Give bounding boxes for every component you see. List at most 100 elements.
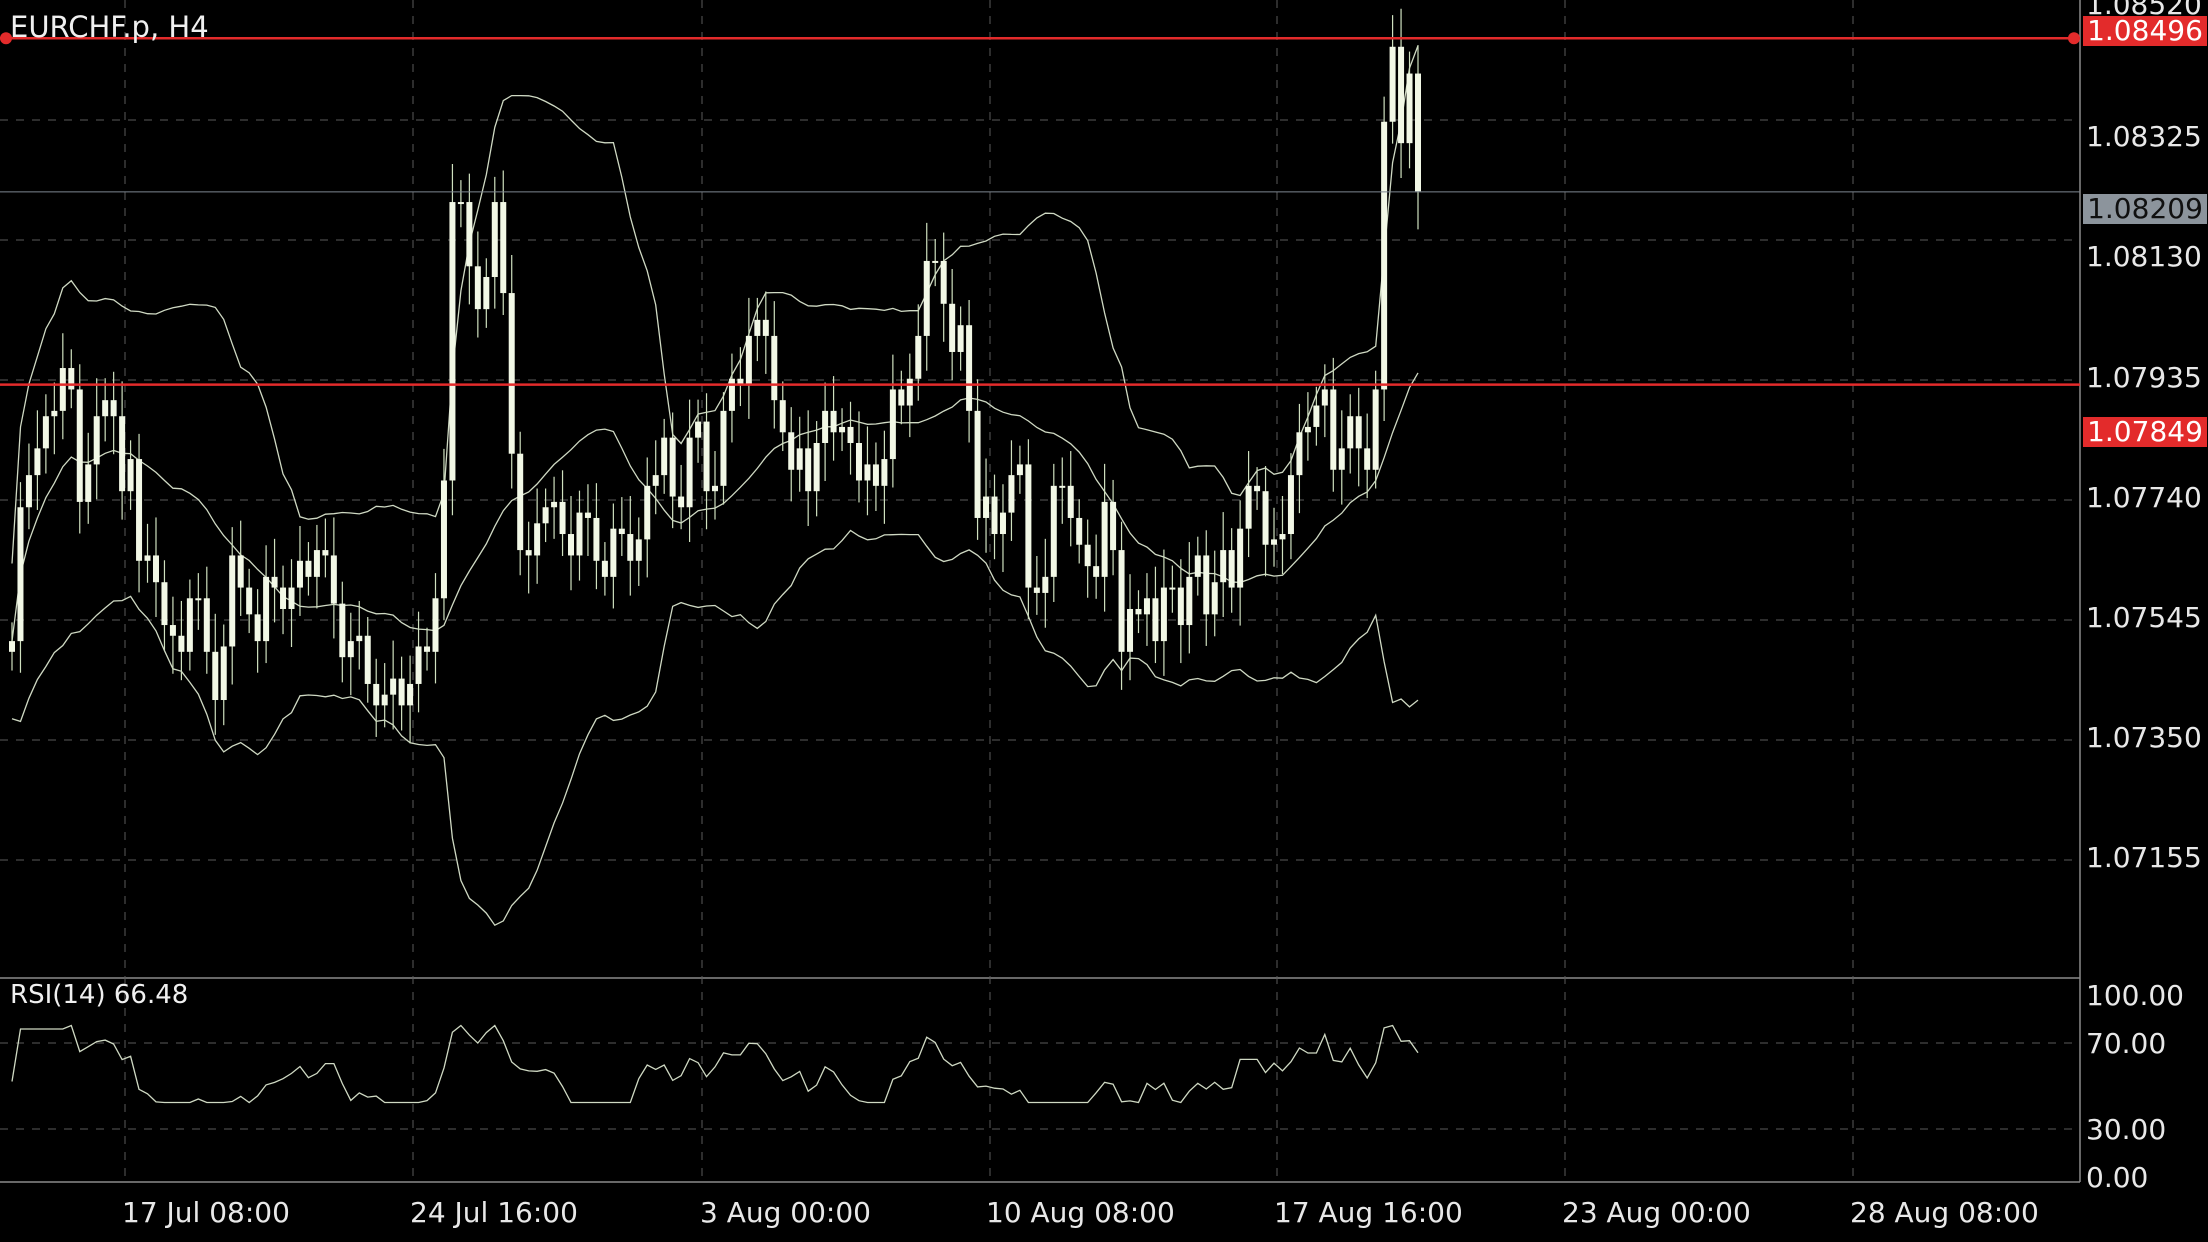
candle-body [1110, 501, 1117, 551]
candle-body [110, 400, 117, 417]
candle-body [1067, 485, 1074, 518]
hline-price-tag-upper: 1.08496 [2083, 16, 2207, 46]
candle-body [229, 555, 236, 647]
candle-body [957, 325, 964, 352]
candle-body [364, 635, 371, 684]
price-label-3: 1.07935 [2086, 361, 2202, 394]
candle-body [847, 426, 854, 443]
candle-body [940, 260, 947, 304]
candle-body [1347, 416, 1354, 449]
candle-body [449, 202, 456, 481]
rsi-level-30: 30.00 [2086, 1113, 2167, 1146]
candle-body [830, 410, 837, 433]
candle-body [178, 635, 185, 652]
candle-body [169, 625, 176, 636]
candle-body [102, 400, 109, 417]
candle-body [195, 598, 202, 601]
candle-body [1287, 475, 1294, 535]
candle-body [974, 410, 981, 518]
candle-body [356, 635, 363, 642]
rsi-title: RSI(14) 66.48 [10, 980, 189, 1010]
candle-body [1355, 416, 1362, 449]
candle-body [144, 555, 151, 561]
candle-body [678, 496, 685, 508]
candle-body [999, 512, 1006, 535]
candle-body [644, 485, 651, 540]
candle-body [136, 459, 143, 561]
price-chart[interactable] [0, 0, 2208, 1242]
candle-body [390, 678, 397, 695]
candle-body [788, 432, 795, 470]
candle-body [872, 464, 879, 486]
candle-body [59, 368, 66, 411]
candle-body [1338, 448, 1345, 470]
candle-body [1372, 389, 1379, 470]
candle-body [17, 507, 24, 642]
candle-body [720, 410, 727, 486]
candle-body [1245, 485, 1252, 529]
rsi-panel [11, 1024, 1419, 1104]
candle-body [551, 501, 558, 508]
candle-body [839, 426, 846, 433]
symbol-title: EURCHF.p, H4 [10, 10, 209, 44]
candle-body [483, 277, 490, 310]
candle-body [1101, 501, 1108, 577]
candle-body [542, 507, 549, 524]
candle-body [1398, 46, 1405, 144]
candle-body [1143, 598, 1150, 615]
candle-body [661, 437, 668, 476]
candle-body [881, 459, 888, 486]
candle-body [1186, 576, 1193, 626]
candle-body [491, 202, 498, 278]
candle-body [1296, 432, 1303, 476]
candle-body [288, 587, 295, 609]
candle-body [1304, 426, 1311, 433]
candle-body [695, 421, 702, 438]
candle-body [568, 534, 575, 556]
candle-body [1177, 587, 1184, 626]
candle-body [805, 448, 812, 492]
candle-body [1093, 566, 1100, 577]
candle-body [1220, 550, 1227, 583]
candle-body [584, 512, 591, 518]
candle-body [508, 293, 515, 454]
candle-body [42, 416, 49, 449]
candle-body [855, 443, 862, 481]
candle-body [85, 464, 92, 502]
candle-body [152, 555, 159, 583]
candle-body [627, 534, 634, 561]
candle-body [1211, 582, 1218, 615]
time-label-6: 23 Aug 00:00 [1562, 1196, 1751, 1229]
candle-body [424, 646, 431, 652]
candle-body [1025, 464, 1032, 588]
candle-body [1381, 121, 1388, 390]
candle-body [771, 335, 778, 401]
candle-body [280, 587, 287, 609]
candle-body [534, 523, 541, 556]
candle-body [1194, 555, 1201, 577]
candle-body [1118, 550, 1125, 652]
candle-body [517, 453, 524, 551]
candle-body [457, 202, 464, 205]
candle-body [254, 614, 261, 642]
candle-body [440, 480, 447, 599]
candle-body [68, 368, 75, 390]
candle-body [779, 400, 786, 433]
candle-body [161, 582, 168, 626]
candle-body [9, 641, 15, 652]
candle-body [754, 319, 761, 336]
candle-body [1016, 464, 1023, 476]
candle-body [220, 646, 227, 701]
candle-body [34, 448, 41, 476]
candle-body [1279, 534, 1286, 540]
candle-body [474, 266, 481, 310]
candle-body [686, 437, 693, 508]
candle-body [712, 485, 718, 492]
candle-body [898, 389, 905, 406]
candle-body [822, 410, 829, 443]
candle-body [246, 587, 253, 615]
candle-body [618, 528, 625, 535]
candle-body [76, 389, 83, 502]
price-label-7: 1.07155 [2086, 841, 2202, 874]
candle-body [796, 448, 803, 470]
